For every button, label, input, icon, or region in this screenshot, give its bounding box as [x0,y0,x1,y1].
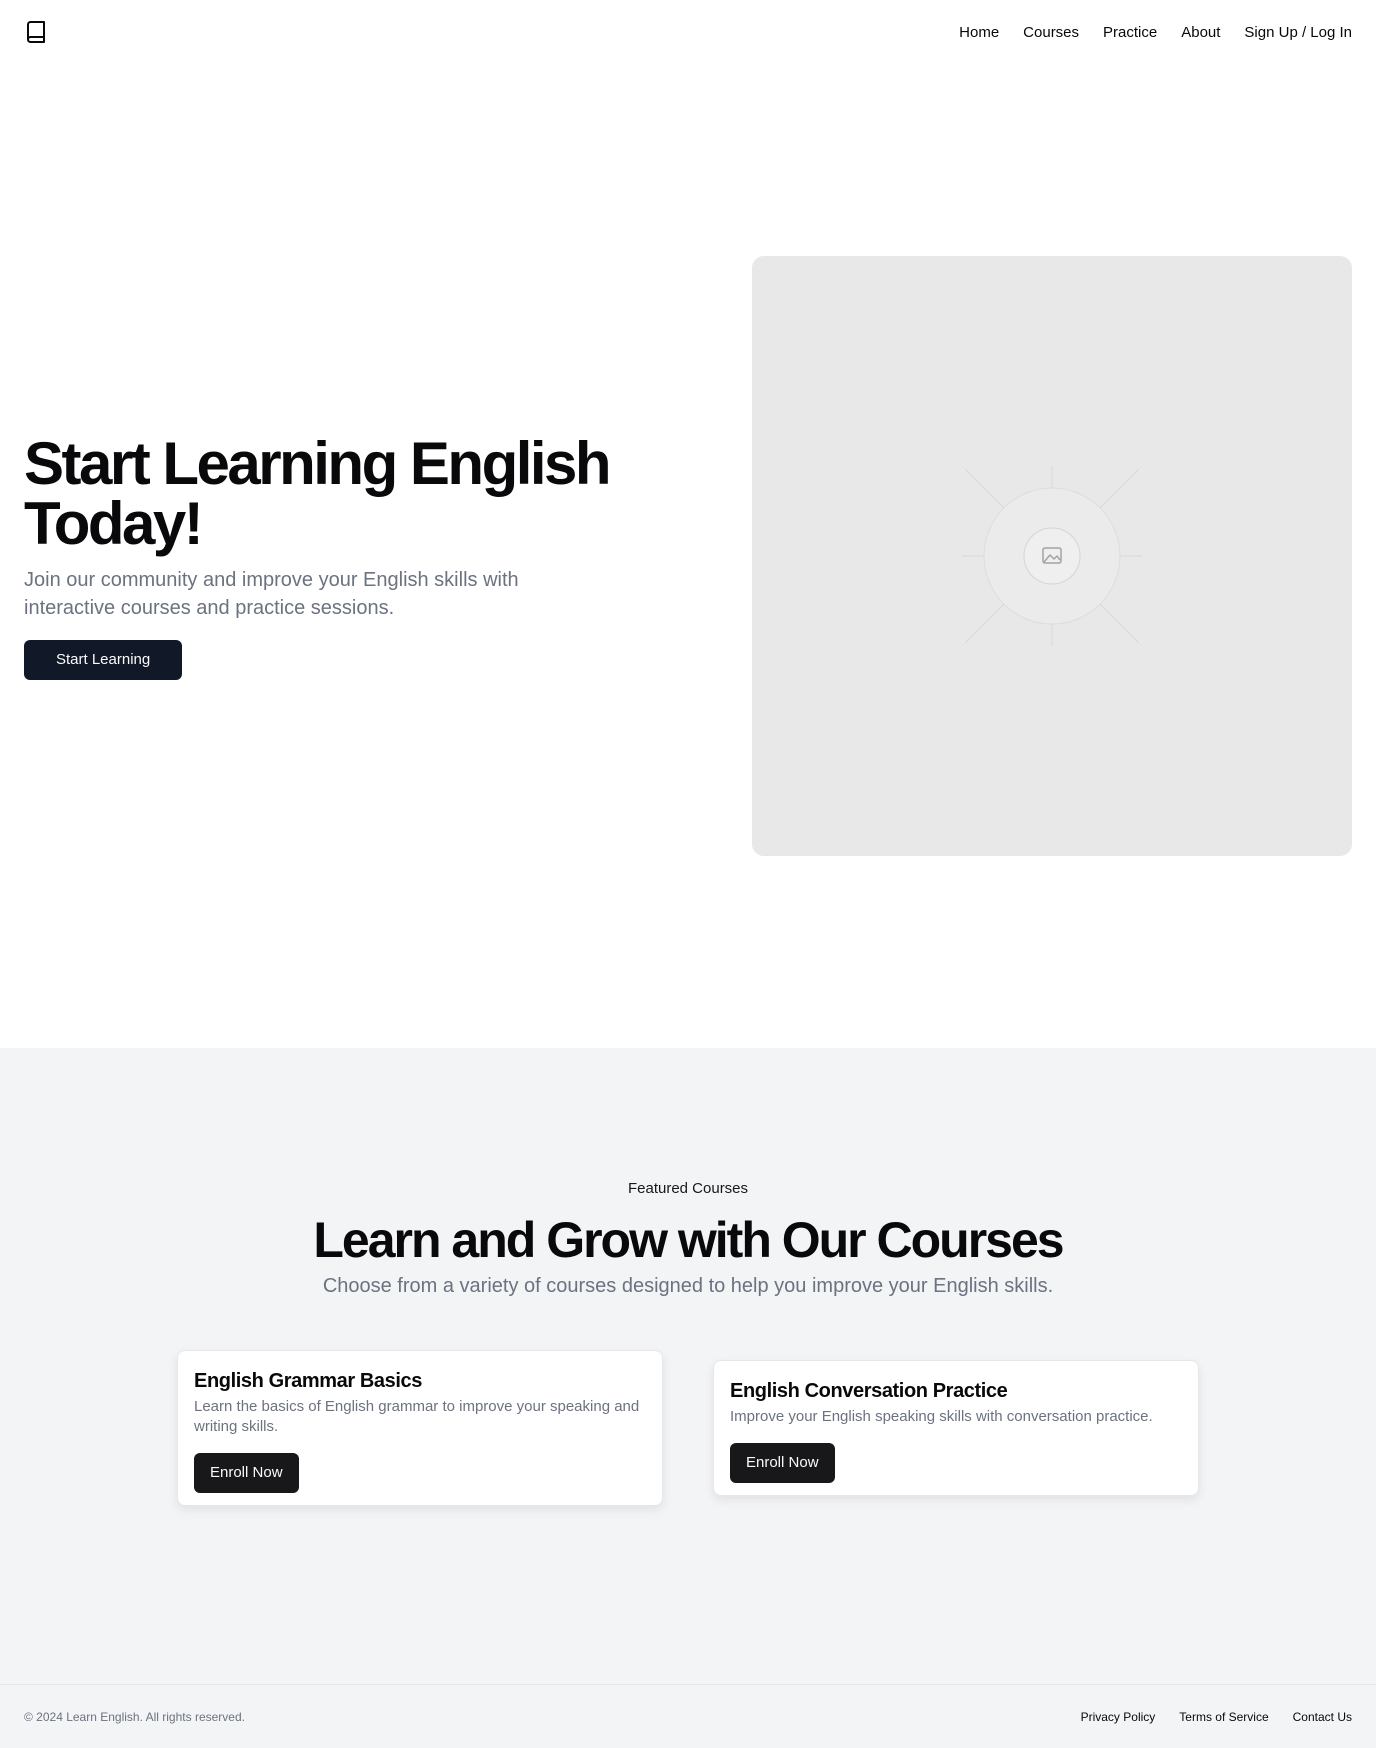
section-subtitle: Choose from a variety of courses designe… [322,1275,1054,1297]
enroll-now-button[interactable]: Enroll Now [730,1443,835,1483]
featured-courses-section: Featured Courses Learn and Grow with Our… [0,1048,1376,1684]
privacy-policy-link[interactable]: Privacy Policy [1081,1710,1156,1724]
terms-of-service-link[interactable]: Terms of Service [1179,1710,1268,1724]
course-description: Improve your English speaking skills wit… [730,1408,1153,1425]
hero-title: Start Learning English Today! [24,430,612,557]
nav-signup-login-link[interactable]: Sign Up / Log In [1244,24,1352,41]
course-description: Learn the basics of English grammar to i… [194,1398,640,1435]
footer-links: Privacy Policy Terms of Service Contact … [1081,1710,1352,1724]
contact-us-link[interactable]: Contact Us [1293,1710,1352,1724]
copyright-text: © 2024 Learn English. All rights reserve… [24,1709,245,1724]
nav-home-link[interactable]: Home [959,24,999,41]
nav-practice-link[interactable]: Practice [1103,24,1157,41]
hero-image-placeholder [752,256,1352,856]
hero-section: Start Learning English Today! Join our c… [0,64,1376,1048]
start-learning-button[interactable]: Start Learning [24,640,183,680]
book-icon[interactable] [24,20,48,44]
hero-text-block: Start Learning English Today! Join our c… [24,434,664,680]
section-title: Learn and Grow with Our Courses [313,1212,1064,1268]
enroll-now-button[interactable]: Enroll Now [194,1453,299,1493]
main-nav: Home Courses Practice About Sign Up / Lo… [959,24,1352,41]
nav-courses-link[interactable]: Courses [1023,24,1079,41]
hero-subtitle: Join our community and improve your Engl… [24,569,519,619]
site-footer: © 2024 Learn English. All rights reserve… [0,1684,1376,1748]
course-card: English Grammar Basics Learn the basics … [177,1350,663,1506]
site-header: Home Courses Practice About Sign Up / Lo… [0,0,1376,64]
course-title: English Grammar Basics [194,1370,422,1392]
section-eyebrow: Featured Courses [627,1180,749,1197]
nav-about-link[interactable]: About [1181,24,1220,41]
course-title: English Conversation Practice [730,1380,1008,1402]
image-placeholder-icon [962,466,1142,646]
course-card: English Conversation Practice Improve yo… [713,1360,1199,1496]
